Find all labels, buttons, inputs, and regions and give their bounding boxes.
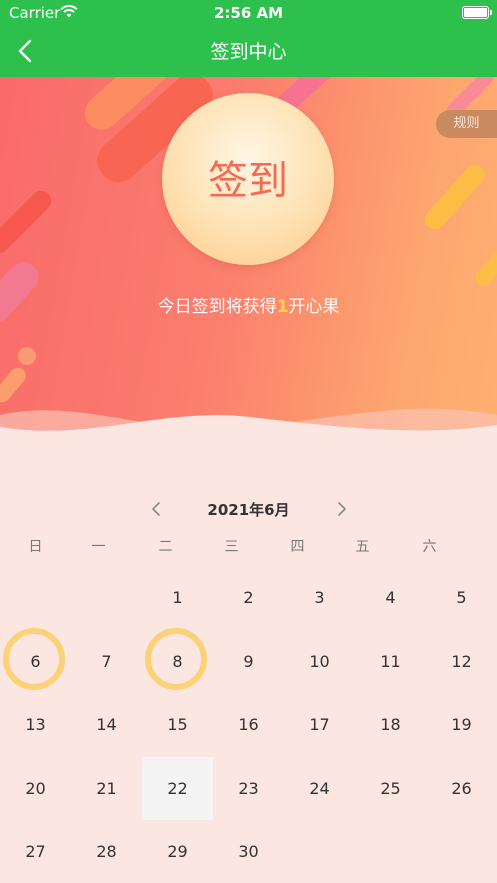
calendar-day-number: 30 (238, 842, 259, 861)
reward-prefix: 今日签到将获得 (157, 297, 277, 317)
calendar-day-number: 22 (167, 778, 188, 798)
calendar-day-number: 14 (96, 715, 117, 734)
calendar-day[interactable]: 10 (284, 630, 355, 693)
calendar-day[interactable]: 12 (426, 630, 497, 693)
banner-wave (0, 408, 497, 449)
calendar-day-number: 2 (243, 588, 254, 607)
calendar-day-number: 12 (451, 651, 472, 671)
calendar-day-number: 19 (451, 715, 472, 734)
calendar-day[interactable]: 20 (0, 757, 71, 820)
weekday-label: 一 (91, 539, 106, 555)
decor-bar (472, 241, 497, 289)
decor-bar (0, 186, 56, 258)
calendar-day-number: 1 (172, 588, 183, 607)
calendar-day[interactable]: 3 (284, 566, 355, 629)
calendar-day-number: 10 (309, 651, 330, 671)
calendar-day[interactable]: 30 (213, 820, 284, 883)
calendar-day[interactable]: 7 (71, 630, 142, 693)
calendar-day[interactable]: 15 (142, 693, 213, 756)
calendar-day-number: 4 (385, 588, 396, 607)
decor-bar (420, 160, 490, 234)
calendar-day-number: 24 (309, 778, 330, 798)
calendar-day-number: 17 (309, 715, 330, 734)
calendar-day-number: 8 (172, 651, 183, 671)
calendar-day-number: 11 (380, 651, 401, 671)
reward-amount: 1 (276, 297, 289, 317)
signin-button[interactable]: 签到 (162, 93, 334, 265)
calendar-day[interactable]: 24 (284, 757, 355, 820)
calendar-day[interactable]: 14 (71, 693, 142, 756)
calendar-day[interactable]: 19 (426, 693, 497, 756)
calendar-day[interactable]: 8 (142, 627, 213, 693)
weekday-label: 日 (28, 539, 43, 555)
calendar-day-number: 21 (96, 778, 117, 798)
calendar-day[interactable]: 9 (213, 630, 284, 693)
calendar-day[interactable]: 4 (355, 566, 426, 629)
status-time: 2:56 AM (213, 4, 284, 22)
calendar-day[interactable]: 21 (71, 757, 142, 820)
page-title: 签到中心 (210, 41, 287, 63)
weekday-label: 四 (290, 539, 305, 555)
calendar-day[interactable]: 23 (213, 757, 284, 820)
calendar-day-number: 6 (30, 651, 41, 671)
calendar-day[interactable]: 1 (142, 566, 213, 629)
calendar-day[interactable]: 16 (213, 693, 284, 756)
calendar-day-number: 23 (238, 778, 259, 798)
calendar-day-number: 28 (96, 842, 117, 861)
calendar-day[interactable]: 18 (355, 693, 426, 756)
signin-banner: 规则 签到 今日签到将获得1开心果 (0, 77, 497, 449)
calendar-day-number: 29 (167, 842, 188, 861)
status-bar: Carrier 2:56 AM (0, 0, 497, 26)
weekday-label: 三 (224, 539, 239, 555)
calendar-day-number: 15 (167, 715, 188, 734)
calendar-day[interactable]: 6 (0, 627, 71, 693)
calendar-day-number: 5 (456, 588, 467, 607)
calendar-day-number: 18 (380, 715, 401, 734)
calendar-day[interactable]: 26 (426, 757, 497, 820)
calendar-day[interactable]: 28 (71, 820, 142, 883)
reward-text: 今日签到将获得1开心果 (0, 292, 497, 317)
calendar-day[interactable]: 2 (213, 566, 284, 629)
calendar-day[interactable]: 5 (426, 566, 497, 629)
calendar-day-number: 20 (25, 778, 46, 798)
battery-icon (462, 6, 492, 19)
next-month-button[interactable] (329, 496, 355, 522)
calendar-day-number: 26 (451, 778, 472, 798)
decor-dot (18, 347, 36, 365)
signin-label: 签到 (208, 158, 288, 204)
rules-button[interactable]: 规则 (436, 110, 497, 138)
top-bar: Carrier 2:56 AM 签到中心 (0, 0, 497, 77)
calendar-day[interactable]: 29 (142, 820, 213, 883)
calendar-day-number: 3 (314, 588, 325, 607)
calendar-day-number: 27 (25, 842, 46, 861)
weekday-label: 六 (422, 539, 437, 555)
reward-suffix: 开心果 (288, 297, 340, 317)
calendar-day-number: 13 (25, 715, 46, 734)
calendar-day-today[interactable]: 22 (142, 756, 213, 820)
calendar-day[interactable]: 17 (284, 693, 355, 756)
calendar-day[interactable]: 25 (355, 757, 426, 820)
weekday-label: 二 (158, 539, 173, 555)
weekday-label: 五 (355, 539, 370, 555)
calendar-day[interactable]: 27 (0, 820, 71, 883)
calendar-day-number: 25 (380, 778, 401, 798)
weekday-header: 日一二三四五六 (0, 536, 497, 556)
calendar-day-number: 7 (101, 651, 112, 671)
month-switcher: 2021年6月 (0, 496, 497, 522)
calendar-day-number: 16 (238, 715, 259, 734)
calendar-day-number: 9 (243, 651, 254, 671)
month-label: 2021年6月 (207, 501, 290, 519)
calendar-day[interactable]: 13 (0, 693, 71, 756)
calendar-day[interactable]: 11 (355, 630, 426, 693)
